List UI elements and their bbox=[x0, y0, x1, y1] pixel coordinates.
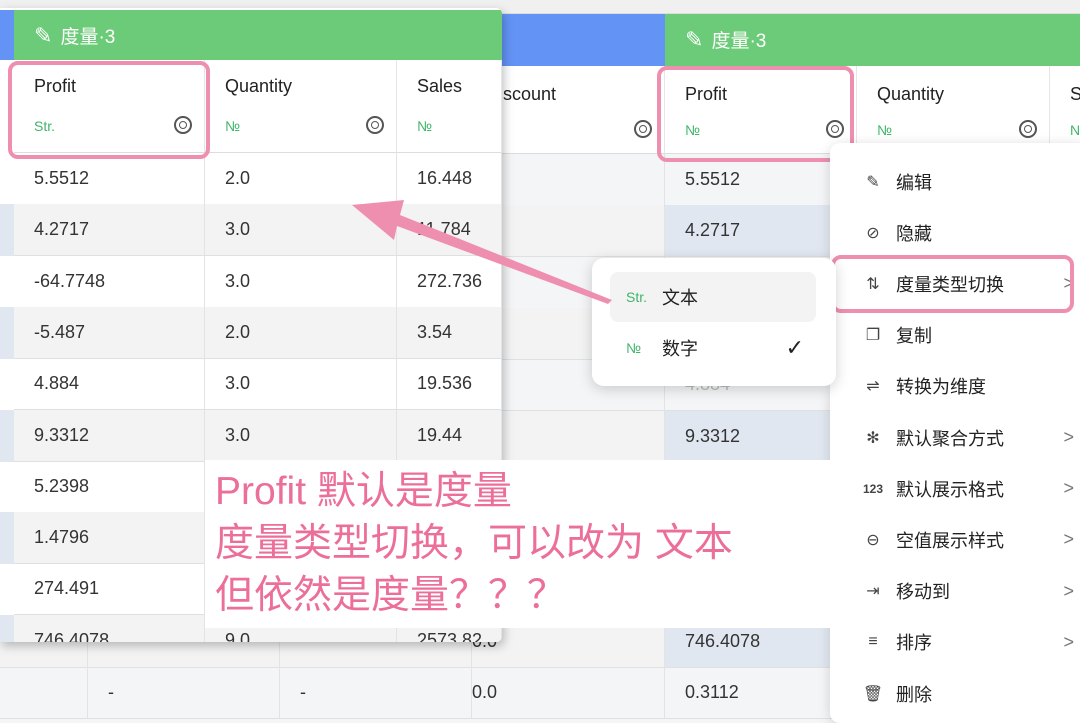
annotation-line: Profit 默认是度量 bbox=[215, 470, 512, 513]
annotation-note: Profit 默认是度量 度量类型切换，可以改为 文本 但依然是度量？？？ bbox=[205, 460, 830, 628]
arrow-shape bbox=[352, 200, 612, 304]
annotation-line: 但依然是度量？？？ bbox=[215, 574, 567, 617]
annotation-line: 度量类型切换，可以改为 文本 bbox=[215, 522, 733, 565]
